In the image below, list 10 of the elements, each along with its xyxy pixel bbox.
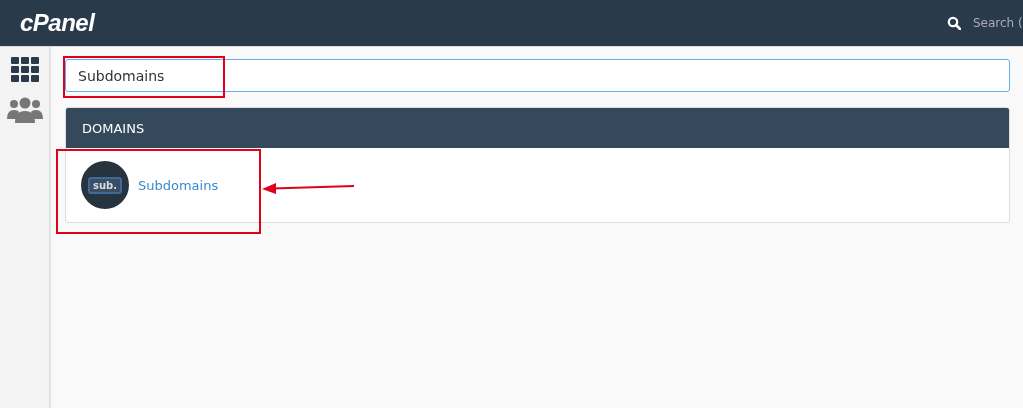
logo[interactable]: cPanel — [20, 9, 95, 37]
search-field[interactable]: Search ( — [973, 16, 1023, 30]
subdomain-icon[interactable]: sub. — [81, 161, 129, 209]
grid-icon[interactable] — [10, 57, 39, 83]
users-icon[interactable] — [6, 97, 43, 123]
subdomains-link[interactable]: Subdomains — [138, 177, 219, 193]
icon-label: sub. — [88, 176, 122, 194]
panel-title: DOMAINS — [82, 120, 145, 136]
search-icon[interactable] — [947, 16, 961, 30]
search-field[interactable]: Subdomains — [65, 59, 1010, 92]
